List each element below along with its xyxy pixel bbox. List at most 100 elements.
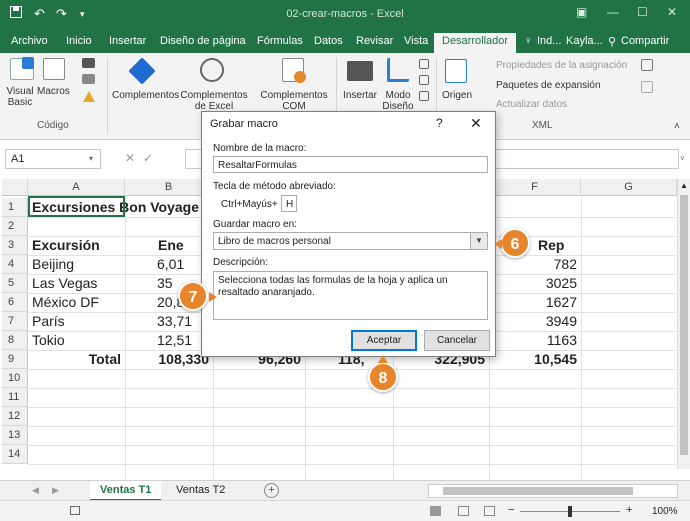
modo-diseno-button[interactable]: Modo Diseño — [380, 90, 416, 112]
propiedades-asignacion[interactable]: Propiedades de la asignación — [496, 60, 627, 71]
collapse-ribbon-icon[interactable]: ˄ — [674, 121, 680, 132]
share-button[interactable]: Compartir — [621, 35, 669, 47]
actualizar-datos[interactable]: Actualizar datos — [496, 99, 567, 110]
tab-datos[interactable]: Datos — [314, 35, 343, 47]
help-button[interactable]: ? — [436, 116, 443, 130]
cell-header-rep[interactable]: Rep — [538, 236, 564, 255]
complementos-button[interactable]: Complementos — [112, 90, 179, 101]
tab-vista[interactable]: Vista — [404, 35, 428, 47]
dialog-close-button[interactable]: ✕ — [470, 115, 482, 132]
prev-sheet-icon[interactable]: ◀ — [32, 485, 39, 496]
row-header[interactable]: 3 — [2, 236, 28, 255]
tab-insertar[interactable]: Insertar — [109, 35, 146, 47]
import-icon[interactable] — [641, 59, 653, 71]
page-layout-icon[interactable] — [458, 506, 469, 516]
zoom-slider-thumb[interactable] — [568, 506, 572, 517]
tab-revisar[interactable]: Revisar — [356, 35, 393, 47]
zoom-in-icon[interactable]: + — [626, 504, 632, 516]
warning-icon[interactable] — [83, 91, 95, 102]
cell-city[interactable]: Beijing — [32, 255, 74, 274]
insertar-icon[interactable] — [347, 61, 373, 81]
macro-record-icon[interactable] — [70, 506, 80, 515]
sheet-tab-ventas-t2[interactable]: Ventas T2 — [166, 481, 235, 501]
cell-city[interactable]: París — [32, 312, 65, 331]
origen-icon[interactable] — [445, 59, 467, 83]
cancel-button[interactable]: Cancelar — [424, 330, 490, 351]
hscroll-thumb[interactable] — [443, 487, 633, 495]
page-break-icon[interactable] — [484, 506, 495, 516]
tab-archivo[interactable]: Archivo — [11, 35, 48, 47]
relative-ref-icon[interactable] — [82, 74, 95, 84]
cell-rep[interactable]: 1627 — [489, 293, 577, 312]
cell-header-excursion[interactable]: Excursión — [32, 236, 100, 255]
run-dialog-icon[interactable] — [419, 91, 429, 101]
tab-desarrollador[interactable]: Desarrollador — [434, 33, 517, 53]
cell-city[interactable]: México DF — [32, 293, 99, 312]
ok-button[interactable]: Aceptar — [351, 330, 417, 351]
cell-city[interactable]: Tokio — [32, 331, 65, 350]
formula-bar-icons[interactable]: ✕✓ — [125, 151, 161, 165]
sheet-tab-ventas-t1[interactable]: Ventas T1 — [90, 481, 162, 501]
cell-rep[interactable]: 3949 — [489, 312, 577, 331]
column-header-b[interactable]: B — [125, 179, 213, 196]
row-header[interactable]: 2 — [2, 217, 28, 236]
row-header[interactable]: 7 — [2, 312, 28, 331]
cell-total[interactable]: 10,545 — [489, 350, 577, 369]
cell-ene[interactable]: 12,51 — [157, 331, 192, 350]
properties-icon[interactable] — [419, 59, 429, 69]
row-header[interactable]: 8 — [2, 331, 28, 350]
view-code-icon[interactable] — [419, 75, 429, 85]
store-macro-select[interactable]: Libro de macros personal ▼ — [213, 232, 488, 250]
modo-diseno-icon[interactable] — [387, 58, 409, 82]
column-header-a[interactable]: A — [28, 179, 125, 196]
next-sheet-icon[interactable]: ▶ — [52, 485, 59, 496]
row-header[interactable]: 12 — [2, 407, 28, 426]
vertical-scrollbar[interactable]: ▲ — [677, 179, 690, 469]
cell-ene[interactable]: 33,71 — [157, 312, 192, 331]
tell-me-input[interactable]: Ind... — [537, 35, 561, 47]
macros-button[interactable]: Macros — [37, 86, 70, 97]
tab-inicio[interactable]: Inicio — [66, 35, 92, 47]
tab-formulas[interactable]: Fórmulas — [257, 35, 303, 47]
complementos-excel-button[interactable]: Complementos de Excel — [180, 90, 248, 112]
tab-diseno-pagina[interactable]: Diseño de página — [160, 35, 246, 47]
column-header-g[interactable]: G — [581, 179, 677, 196]
cell-city[interactable]: Las Vegas — [32, 274, 97, 293]
chevron-down-icon[interactable]: ▼ — [470, 233, 487, 249]
share-icon[interactable]: ⚲ — [608, 35, 616, 48]
insertar-button[interactable]: Insertar — [340, 90, 380, 101]
visual-basic-button[interactable]: Visual Basic — [4, 86, 36, 108]
cell-rep[interactable]: 1163 — [489, 331, 577, 350]
scroll-up-icon[interactable]: ▲ — [680, 181, 688, 190]
row-header[interactable]: 1 — [2, 198, 28, 217]
row-header[interactable]: 10 — [2, 369, 28, 388]
select-all[interactable] — [2, 179, 28, 196]
row-header[interactable]: 9 — [2, 350, 28, 369]
lightbulb-icon[interactable]: ♀ — [524, 35, 532, 47]
add-sheet-icon[interactable]: + — [264, 483, 279, 498]
description-textarea[interactable]: Selecciona todas las formulas de la hoja… — [213, 271, 488, 320]
complementos-com-button[interactable]: Complementos COM — [258, 90, 330, 112]
close-icon[interactable]: ✕ — [667, 5, 677, 19]
zoom-out-icon[interactable]: − — [508, 504, 514, 516]
macro-name-input[interactable]: ResaltarFormulas — [213, 156, 488, 173]
row-header[interactable]: 14 — [2, 445, 28, 464]
ribbon-display-icon[interactable]: ▣ — [576, 5, 587, 19]
row-header[interactable]: 13 — [2, 426, 28, 445]
cell-header-ene[interactable]: Ene — [158, 236, 184, 255]
cell-ene[interactable]: 35 — [157, 274, 173, 293]
shortcut-key-input[interactable]: H — [281, 195, 297, 212]
cell-ene[interactable]: 6,01 — [157, 255, 184, 274]
horizontal-scrollbar[interactable] — [428, 484, 678, 498]
expand-formula-icon[interactable]: ˅ — [680, 154, 685, 163]
row-header[interactable]: 5 — [2, 274, 28, 293]
normal-view-icon[interactable] — [430, 506, 441, 516]
name-box[interactable]: A1 — [5, 149, 101, 169]
maximize-icon[interactable]: ☐ — [637, 5, 648, 19]
row-header[interactable]: 6 — [2, 293, 28, 312]
user-name[interactable]: Kayla... — [566, 35, 603, 47]
name-box-dropdown-icon[interactable]: ▾ — [89, 154, 93, 163]
cell-rep[interactable]: 782 — [489, 255, 577, 274]
complementos-excel-icon[interactable] — [200, 58, 224, 82]
row-header[interactable]: 4 — [2, 255, 28, 274]
